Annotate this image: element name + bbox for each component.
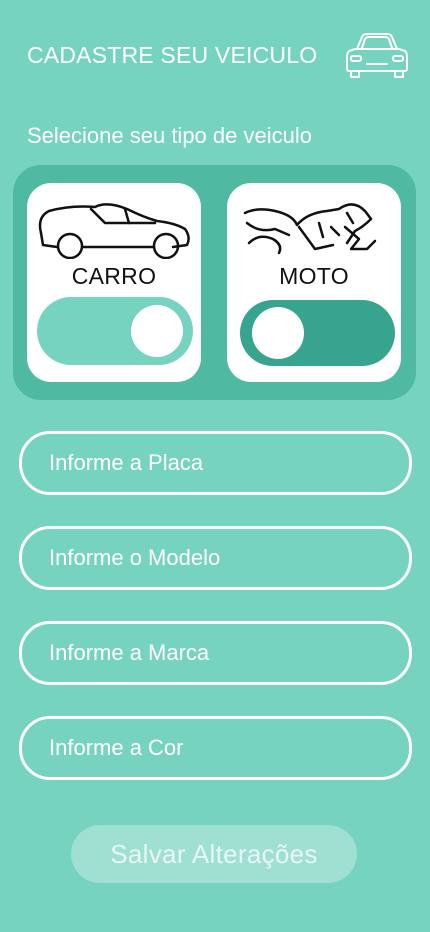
modelo-input[interactable] <box>22 529 409 587</box>
car-silhouette-icon <box>38 203 190 259</box>
placa-field[interactable] <box>19 431 412 495</box>
page-title: CADASTRE SEU VEICULO <box>27 42 318 68</box>
car-icon <box>346 33 408 78</box>
vehicle-type-selector: CARRO MOTO <box>13 165 416 400</box>
header: CADASTRE SEU VEICULO <box>0 0 430 110</box>
moto-toggle[interactable] <box>240 300 395 366</box>
modelo-field[interactable] <box>19 526 412 590</box>
vehicle-option-label: CARRO <box>71 263 157 289</box>
cor-input[interactable] <box>22 719 409 777</box>
save-button[interactable]: Salvar Alterações <box>71 825 357 883</box>
toggle-knob <box>252 307 304 359</box>
placa-input[interactable] <box>22 434 409 492</box>
carro-toggle[interactable] <box>37 297 193 365</box>
marca-field[interactable] <box>19 621 412 685</box>
vehicle-type-prompt: Selecione seu tipo de veiculo <box>27 123 312 148</box>
cor-field[interactable] <box>19 716 412 780</box>
toggle-knob <box>131 305 183 357</box>
vehicle-option-label: MOTO <box>279 263 349 289</box>
marca-input[interactable] <box>22 624 409 682</box>
vehicle-option-moto[interactable]: MOTO <box>227 183 401 382</box>
motorcycle-silhouette-icon <box>243 203 377 255</box>
vehicle-option-carro[interactable]: CARRO <box>27 183 201 382</box>
